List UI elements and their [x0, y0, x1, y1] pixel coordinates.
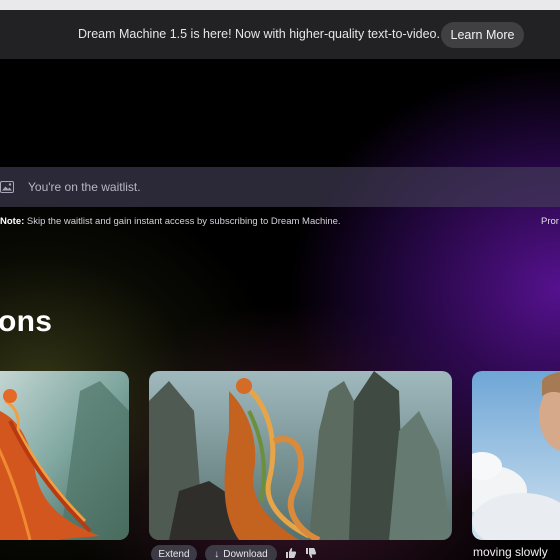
waitlist-status-text: You're on the waitlist. — [28, 180, 141, 194]
person-clouds-thumbnail — [472, 371, 560, 540]
card-caption-right: moving slowly — [473, 545, 548, 559]
download-button[interactable]: ↓ Download — [205, 545, 277, 560]
browser-top-strip — [0, 0, 560, 10]
banner-message: Dream Machine 1.5 is here! Now with high… — [78, 27, 440, 41]
phoenix-bird-thumbnail — [0, 371, 129, 540]
subscription-note: Note: Skip the waitlist and gain instant… — [0, 216, 341, 227]
note-text: Skip the waitlist and gain instant acces… — [26, 216, 341, 227]
section-title: ons — [0, 305, 53, 338]
extend-button[interactable]: Extend — [151, 545, 197, 560]
thumbs-up-icon[interactable] — [285, 547, 297, 559]
app-page: Dream Machine 1.5 is here! Now with high… — [0, 0, 560, 560]
arrow-down-icon: ↓ — [214, 548, 220, 560]
learn-more-button[interactable]: Learn More — [441, 22, 524, 48]
video-card-phoenix-mountains[interactable] — [149, 371, 452, 540]
download-label: Download — [223, 548, 268, 560]
video-card-person-clouds[interactable] — [472, 371, 560, 540]
announcement-banner: Dream Machine 1.5 is here! Now with high… — [0, 10, 560, 59]
note-label: Note: — [0, 216, 25, 227]
phoenix-mountains-thumbnail — [149, 371, 452, 540]
image-icon[interactable] — [0, 181, 14, 193]
prompt-bar[interactable]: You're on the waitlist. — [0, 167, 560, 207]
thumbs-down-icon[interactable] — [305, 547, 317, 559]
video-card-phoenix-bird[interactable] — [0, 371, 129, 540]
promo-link-partial[interactable]: Pror — [541, 216, 559, 227]
